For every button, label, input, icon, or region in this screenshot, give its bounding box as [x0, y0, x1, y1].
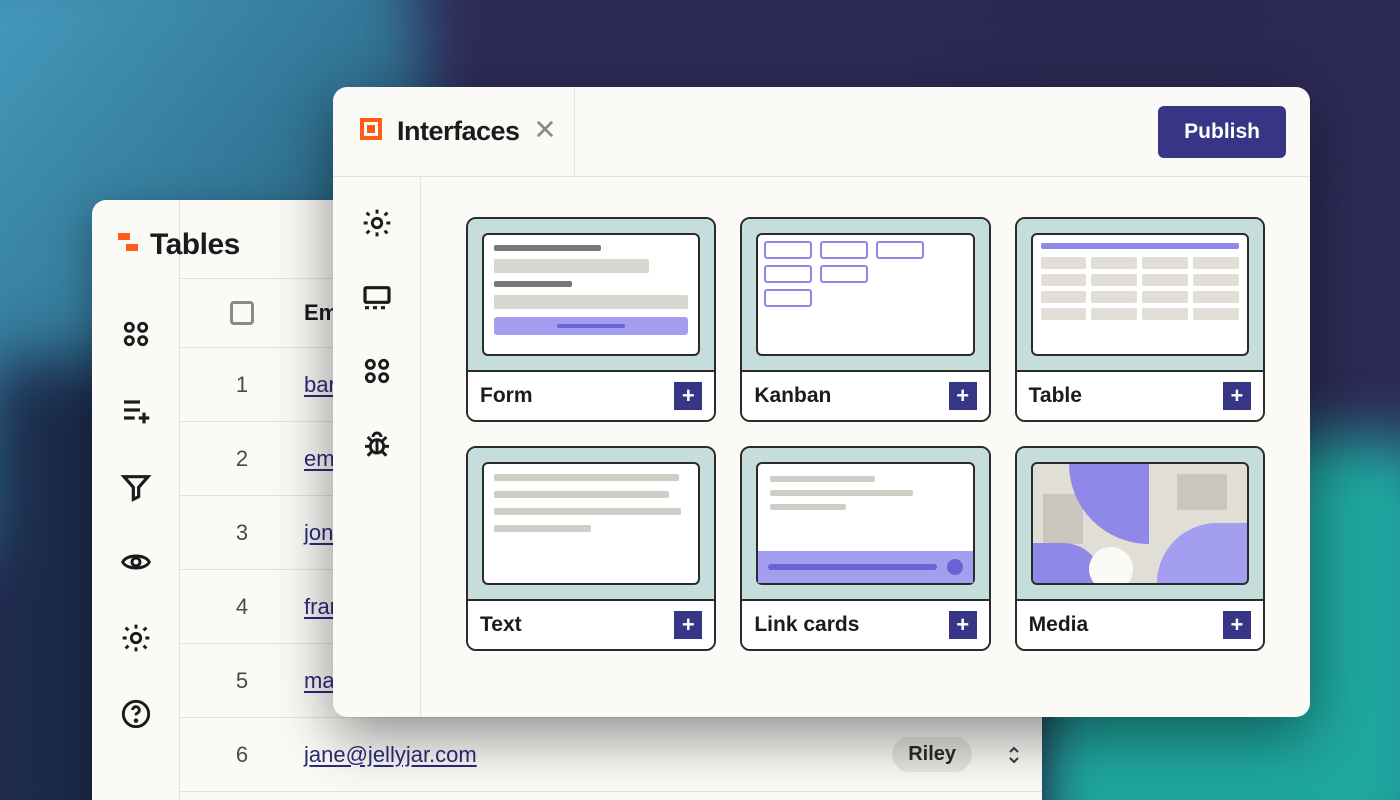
close-icon[interactable] [534, 118, 556, 145]
add-tile-button[interactable]: + [1223, 382, 1251, 410]
tables-title-text: Tables [150, 228, 240, 262]
tables-logo-icon [116, 228, 140, 262]
list-add-icon[interactable] [120, 394, 152, 426]
add-tile-button[interactable]: + [674, 611, 702, 639]
interfaces-title: Interfaces [397, 116, 520, 147]
section-icon[interactable] [361, 281, 393, 313]
tile-preview [468, 448, 714, 599]
gear-icon[interactable] [120, 622, 152, 654]
tile-kanban[interactable]: Kanban + [740, 217, 990, 422]
tile-media[interactable]: Media + [1015, 446, 1265, 651]
tile-table[interactable]: Table + [1015, 217, 1265, 422]
gear-icon[interactable] [361, 207, 393, 239]
tile-link-cards[interactable]: Link cards + [740, 446, 990, 651]
tile-label: Form [480, 384, 533, 408]
tile-text[interactable]: Text + [466, 446, 716, 651]
interfaces-rail [333, 177, 421, 717]
help-icon[interactable] [120, 698, 152, 730]
email-link[interactable]: jane@jellyjar.com [304, 742, 477, 767]
bug-icon[interactable] [361, 429, 393, 461]
tile-label: Media [1029, 613, 1089, 637]
publish-button[interactable]: Publish [1158, 106, 1286, 158]
table-row[interactable]: 6 jane@jellyjar.com Riley [180, 718, 1042, 792]
tables-title: Tables [116, 228, 240, 262]
row-number: 6 [180, 742, 304, 768]
tile-label: Text [480, 613, 522, 637]
tile-preview [742, 219, 988, 370]
add-tile-button[interactable]: + [674, 382, 702, 410]
select-all-checkbox[interactable] [230, 301, 254, 325]
add-tile-button[interactable]: + [1223, 611, 1251, 639]
tile-form[interactable]: Form + [466, 217, 716, 422]
interfaces-logo-icon [359, 117, 383, 146]
tile-preview [742, 448, 988, 599]
eye-icon[interactable] [120, 546, 152, 578]
add-tile-button[interactable]: + [949, 611, 977, 639]
add-tile-button[interactable]: + [949, 382, 977, 410]
row-number: 1 [180, 372, 304, 398]
interfaces-header: Interfaces Publish [333, 87, 1310, 177]
tile-preview [1017, 219, 1263, 370]
interfaces-window: Interfaces Publish [333, 87, 1310, 717]
interfaces-canvas: Form + Kanban + [421, 177, 1310, 717]
row-number: 5 [180, 668, 304, 694]
tables-sidebar [92, 200, 180, 800]
sort-handle-icon[interactable] [1006, 743, 1022, 767]
assignee-badge[interactable]: Riley [892, 737, 972, 772]
row-number: 2 [180, 446, 304, 472]
tile-preview [468, 219, 714, 370]
row-number: 3 [180, 520, 304, 546]
tile-label: Link cards [754, 613, 859, 637]
tile-preview [1017, 448, 1263, 599]
row-number: 4 [180, 594, 304, 620]
nodes-icon[interactable] [361, 355, 393, 387]
nodes-icon[interactable] [120, 318, 152, 350]
tile-label: Table [1029, 384, 1082, 408]
tile-label: Kanban [754, 384, 831, 408]
filter-icon[interactable] [120, 470, 152, 502]
